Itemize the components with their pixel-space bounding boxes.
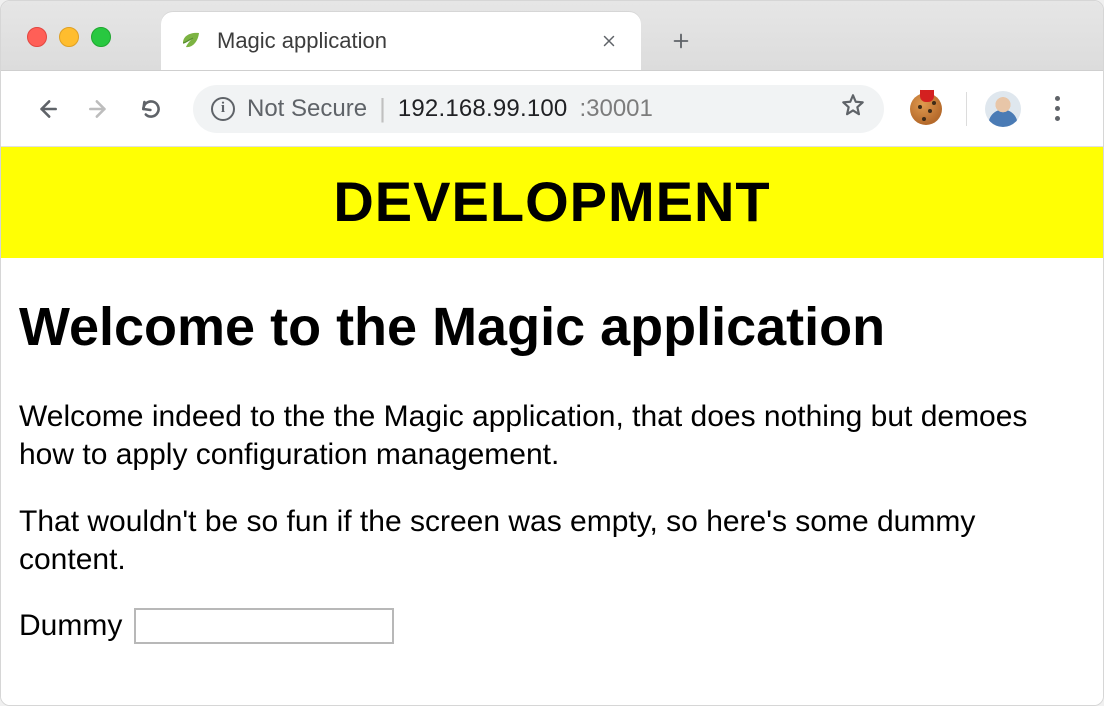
forward-button[interactable] — [77, 87, 121, 131]
page-content: Welcome to the Magic application Welcome… — [1, 258, 1103, 684]
dummy-input[interactable] — [134, 608, 394, 644]
dummy-label: Dummy — [19, 609, 122, 643]
browser-menu-button[interactable] — [1035, 87, 1079, 131]
url-port: :30001 — [579, 95, 652, 123]
tab-strip: Magic application — [161, 1, 701, 70]
back-button[interactable] — [25, 87, 69, 131]
page-title: Welcome to the Magic application — [19, 296, 1085, 358]
info-icon[interactable]: i — [211, 97, 235, 121]
tab-title: Magic application — [217, 28, 581, 54]
page-viewport[interactable]: DEVELOPMENT Welcome to the Magic applica… — [1, 147, 1103, 705]
browser-toolbar: i Not Secure | 192.168.99.100 :30001 — [1, 71, 1103, 147]
toolbar-separator — [966, 92, 967, 126]
intro-paragraph-1: Welcome indeed to the the Magic applicat… — [19, 398, 1085, 473]
new-tab-button[interactable] — [661, 21, 701, 61]
browser-window: Magic application i Not Secure | 192.168… — [0, 0, 1104, 706]
profile-avatar[interactable] — [985, 91, 1021, 127]
window-controls — [1, 1, 111, 47]
dummy-form-row: Dummy — [19, 608, 1085, 644]
leaf-icon — [179, 29, 203, 53]
window-minimize-button[interactable] — [59, 27, 79, 47]
extension-cookie-icon[interactable] — [910, 93, 942, 125]
url-host: 192.168.99.100 — [398, 95, 568, 123]
address-bar[interactable]: i Not Secure | 192.168.99.100 :30001 — [193, 85, 884, 133]
window-close-button[interactable] — [27, 27, 47, 47]
browser-tab[interactable]: Magic application — [161, 12, 641, 70]
security-status: Not Secure — [247, 95, 367, 123]
window-titlebar: Magic application — [1, 1, 1103, 71]
bookmark-star-icon[interactable] — [840, 92, 866, 125]
reload-button[interactable] — [129, 87, 173, 131]
window-maximize-button[interactable] — [91, 27, 111, 47]
close-icon[interactable] — [595, 27, 623, 55]
omnibox-separator: | — [379, 93, 386, 124]
intro-paragraph-2: That wouldn't be so fun if the screen wa… — [19, 503, 1085, 578]
kebab-icon — [1055, 96, 1060, 121]
environment-banner: DEVELOPMENT — [1, 147, 1103, 258]
